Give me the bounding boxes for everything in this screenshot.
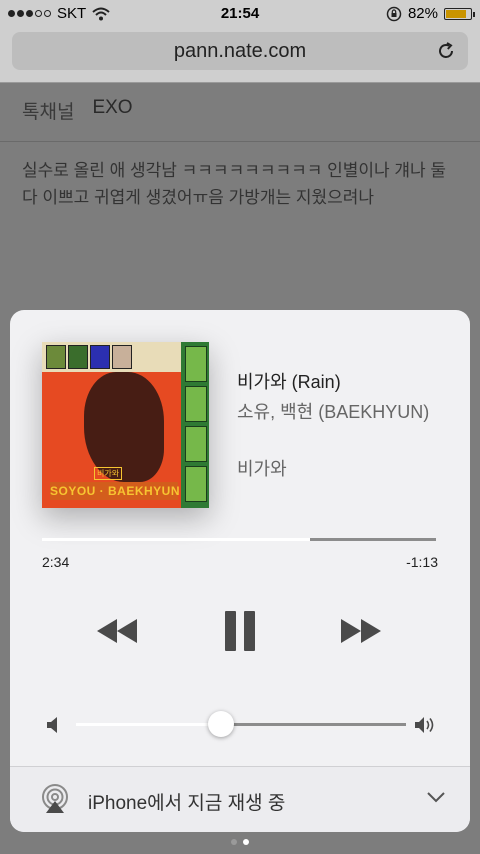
fast-forward-button[interactable]: [336, 606, 386, 656]
rewind-icon: [97, 619, 137, 643]
rotation-lock-icon: [386, 6, 402, 21]
reload-icon[interactable]: [436, 41, 456, 61]
chevron-down-icon[interactable]: [426, 791, 446, 803]
track-title: 비가와 (Rain): [237, 372, 341, 392]
album-art-strip: [42, 342, 182, 372]
divider: [0, 141, 480, 142]
track-artist: 소유, 백현 (BAEKHYUN): [237, 402, 430, 422]
battery-fill: [446, 9, 466, 18]
url-bar[interactable]: pann.nate.com: [12, 32, 468, 70]
fast-forward-icon: [341, 619, 381, 643]
volume-thumb[interactable]: [208, 711, 235, 737]
album-art-figure: [84, 372, 164, 482]
time-elapsed: 2:34: [42, 554, 70, 570]
url-text: pann.nate.com: [173, 39, 307, 62]
pause-icon: [225, 611, 255, 651]
browser-toolbar: pann.nate.com: [0, 28, 480, 83]
album-art-filmstrip: [181, 342, 209, 508]
time-remaining: -1:13: [406, 554, 438, 570]
airplay-label: iPhone에서 지금 재생 중: [88, 793, 286, 814]
channel-value[interactable]: EXO: [92, 97, 132, 124]
status-bar: SKT 21:54 82%: [0, 0, 480, 28]
volume-control: [46, 710, 438, 740]
status-right: 82%: [386, 5, 475, 22]
channel-row: 톡채널 EXO: [22, 97, 133, 124]
page-dot: [231, 839, 237, 845]
playback-scrubber[interactable]: [42, 538, 436, 541]
volume-high-icon: [415, 717, 434, 733]
album-art-small-text: 비가와: [94, 467, 123, 480]
airplay-icon: [42, 784, 68, 813]
battery-percent: 82%: [407, 5, 438, 22]
page-indicator[interactable]: [0, 839, 480, 845]
battery-icon: [444, 7, 475, 20]
airplay-row[interactable]: iPhone에서 지금 재생 중: [10, 766, 470, 832]
playback-progress-fill: [42, 538, 310, 541]
track-album: 비가와: [237, 459, 287, 479]
rewind-button[interactable]: [92, 606, 142, 656]
post-body: 실수로 올린 애 생각남 ㅋㅋㅋㅋㅋㅋㅋㅋㅋ 인별이나 걔나 둘 다 이쁘고 귀…: [22, 161, 447, 207]
volume-fill: [76, 723, 222, 726]
page-dot-active: [243, 839, 249, 845]
album-art-title: SOYOU · BAEKHYUN: [50, 484, 181, 498]
volume-slider[interactable]: [76, 723, 406, 726]
volume-low-icon: [47, 717, 57, 733]
pause-button[interactable]: [215, 606, 265, 656]
channel-label: 톡채널: [22, 102, 75, 123]
playback-controls: [10, 606, 470, 656]
now-playing-panel: 비가와 SOYOU · BAEKHYUN 비가와 (Rain) 소유, 백현 (…: [10, 310, 470, 832]
album-artwork: 비가와 SOYOU · BAEKHYUN: [42, 342, 209, 508]
